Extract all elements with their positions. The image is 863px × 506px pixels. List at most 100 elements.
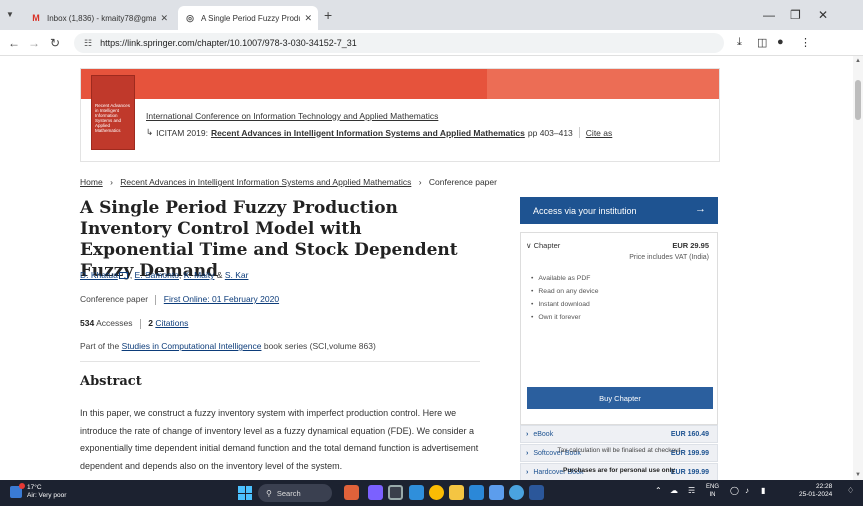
mail-icon[interactable]	[489, 485, 504, 500]
cloud-sync-icon[interactable]: ☁	[670, 486, 678, 495]
tab-search-icon[interactable]: ▼	[6, 10, 14, 19]
banner-header	[81, 69, 719, 99]
windows-start-icon[interactable]	[238, 486, 252, 500]
system-clock[interactable]: 22:28 25-01-2024	[799, 483, 832, 499]
springer-icon: ◎	[186, 12, 194, 23]
weather-widget[interactable]: 17°C Air: Very poor	[10, 483, 66, 500]
conference-link[interactable]: International Conference on Information …	[146, 111, 438, 121]
scrollbar-thumb[interactable]	[855, 80, 861, 120]
profile-avatar-icon[interactable]: ●	[777, 36, 784, 48]
site-info-icon[interactable]: ☷	[84, 38, 92, 49]
forward-icon[interactable]: →	[28, 36, 40, 50]
proceedings-prefix: ICITAM 2019:	[156, 127, 208, 138]
temperature: 17°C	[27, 484, 42, 491]
search-icon: ⚲	[266, 488, 272, 498]
book-banner: Recent Advances in Intelligent Informati…	[80, 68, 720, 162]
download-icon[interactable]: ⤓	[737, 36, 742, 49]
institution-access-button[interactable]: Access via your institution →	[520, 197, 718, 224]
page-scrollbar[interactable]: ▲ ▼	[853, 56, 863, 480]
author-link[interactable]: K. Maity	[184, 270, 215, 280]
copilot-icon[interactable]	[368, 485, 383, 500]
time: 22:28	[815, 483, 833, 490]
edge-icon[interactable]	[409, 485, 424, 500]
battery-icon[interactable]: ▮	[761, 486, 765, 495]
chevron-down-icon: ∨	[526, 241, 532, 250]
scroll-down-icon[interactable]: ▼	[855, 472, 861, 478]
word-icon[interactable]	[529, 485, 544, 500]
buy-chapter-button[interactable]: Buy Chapter	[527, 387, 713, 409]
author-link[interactable]: S. Kar	[225, 270, 249, 280]
back-icon[interactable]: ←	[8, 36, 20, 50]
proceedings-title-link[interactable]: Recent Advances in Intelligent Informati…	[211, 128, 525, 138]
tab-gmail[interactable]: M Inbox (1,836) - kmaity78@gma... ✕	[24, 6, 174, 30]
volume-icon[interactable]: ♪	[745, 486, 749, 495]
author-link[interactable]: E. Samonto	[135, 270, 179, 280]
publication-meta: Conference paper First Online: 01 Februa…	[80, 294, 279, 305]
tab-springer[interactable]: ◎ A Single Period Fuzzy Productio ✕	[178, 6, 318, 30]
first-online-link[interactable]: First Online: 01 February 2020	[164, 294, 279, 304]
new-tab-icon[interactable]: +	[324, 7, 332, 23]
chevron-right-icon: ›	[418, 177, 422, 187]
reload-icon[interactable]: ↻	[50, 36, 60, 50]
list-item: Instant download	[531, 301, 598, 314]
chapter-toggle[interactable]: ∨ Chapter	[526, 241, 560, 250]
language-indicator[interactable]: ENG IN	[706, 483, 719, 499]
divider	[155, 294, 157, 305]
author-list: D. Khatua, E. Samonto, K. Maity & S. Kar	[80, 270, 249, 280]
abstract-heading: Abstract	[80, 374, 142, 389]
search-label: Search	[276, 488, 301, 498]
close-tab-icon[interactable]: ✕	[304, 13, 312, 24]
author-link[interactable]: D. Khatua	[80, 270, 118, 280]
email-icon[interactable]	[118, 272, 128, 279]
wifi-icon[interactable]: ◯	[730, 486, 739, 495]
series-link[interactable]: Studies in Computational Intelligence	[122, 341, 262, 351]
return-arrow-icon: ↳	[146, 127, 154, 137]
tax-note: Tax calculation will be finalised at che…	[557, 447, 681, 454]
address-bar[interactable]: ☷ https://link.springer.com/chapter/10.1…	[74, 33, 724, 53]
sidebar-icon[interactable]: ◫	[757, 36, 767, 49]
onedrive-icon[interactable]: ☴	[688, 486, 695, 495]
taskbar-search[interactable]: ⚲ Search	[258, 484, 332, 502]
cover-title: Recent Advances in Intelligent Informati…	[95, 103, 131, 133]
breadcrumb: Home › Recent Advances in Intelligent In…	[80, 177, 497, 187]
notification-bell-icon[interactable]: ♢	[847, 486, 854, 495]
scroll-up-icon[interactable]: ▲	[855, 58, 861, 64]
browser-tab-bar: ▼ M Inbox (1,836) - kmaity78@gma... ✕ ◎ …	[0, 0, 863, 30]
book-cover-image[interactable]: Recent Advances in Intelligent Informati…	[91, 75, 135, 150]
access-button-label: Access via your institution	[533, 205, 637, 216]
task-view-icon[interactable]	[388, 485, 403, 500]
chevron-right-icon: ›	[110, 177, 113, 187]
series-suffix: book series (SCI,volume 863)	[263, 341, 376, 351]
list-item: Read on any device	[531, 288, 598, 301]
tray-overflow-icon[interactable]: ⌃	[655, 486, 662, 495]
news-app-icon[interactable]	[344, 485, 359, 500]
breadcrumb-current: Conference paper	[428, 177, 497, 187]
cite-as-link[interactable]: Cite as	[586, 128, 612, 138]
store-icon[interactable]	[469, 485, 484, 500]
date: 25-01-2024	[799, 491, 833, 498]
format-price: EUR 160.49	[670, 430, 709, 438]
menu-kebab-icon[interactable]: ⋮	[800, 36, 811, 49]
list-item: Own it forever	[531, 314, 598, 327]
chapter-label: Chapter	[533, 241, 561, 250]
arrow-right-icon: →	[695, 203, 706, 215]
minimize-icon[interactable]: —	[763, 8, 775, 22]
close-tab-icon[interactable]: ✕	[160, 13, 168, 24]
citations-count: 2	[148, 318, 153, 328]
breadcrumb-home[interactable]: Home	[80, 177, 103, 187]
divider	[139, 318, 141, 329]
chrome-icon[interactable]	[429, 485, 444, 500]
content-type: Conference paper	[80, 294, 149, 304]
format-ebook[interactable]: › eBook EUR 160.49	[520, 425, 718, 443]
citations-link[interactable]: Citations	[155, 318, 188, 328]
abstract-text: In this paper, we construct a fuzzy inve…	[80, 408, 479, 471]
restore-icon[interactable]: ❐	[790, 8, 801, 22]
breadcrumb-book[interactable]: Recent Advances in Intelligent Informati…	[120, 177, 411, 187]
file-explorer-icon[interactable]	[449, 485, 464, 500]
browser-app-icon[interactable]	[509, 485, 524, 500]
proceedings-line: ↳ ICITAM 2019: Recent Advances in Intell…	[146, 127, 612, 138]
windows-taskbar: 17°C Air: Very poor ⚲ Search ⌃ ☁ ☴ ENG IN…	[0, 480, 863, 506]
feature-list: Available as PDF Read on any device Inst…	[531, 275, 598, 327]
list-item: Available as PDF	[531, 275, 598, 288]
close-window-icon[interactable]: ✕	[818, 8, 828, 22]
